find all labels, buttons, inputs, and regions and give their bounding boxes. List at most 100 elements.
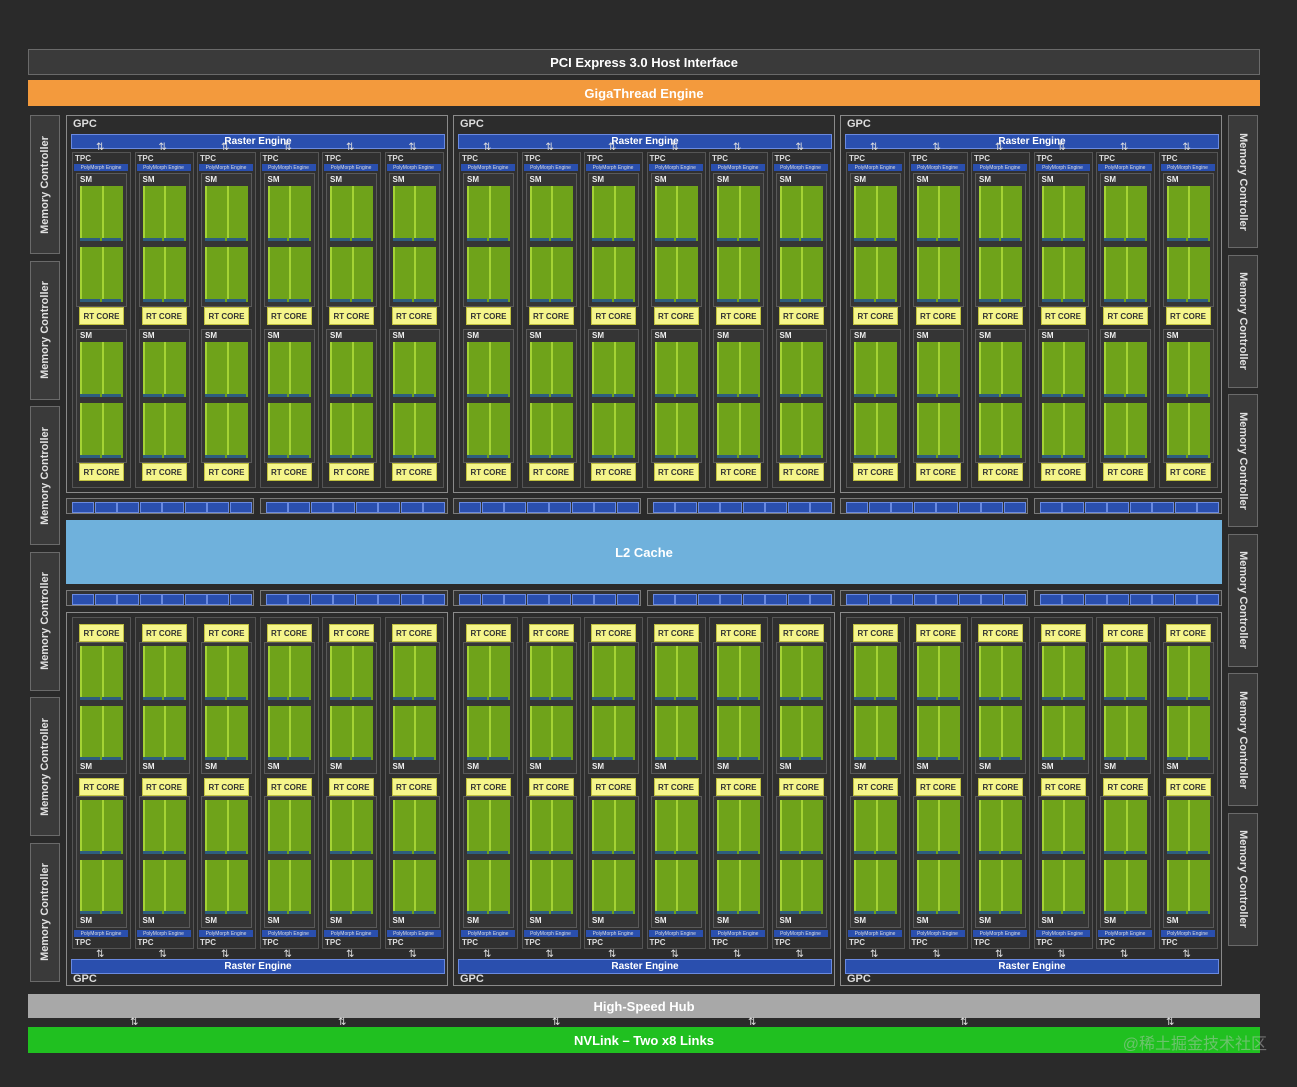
- l2-slice: [549, 502, 571, 513]
- core-divider: [392, 911, 412, 914]
- sm-label: SM: [717, 175, 729, 184]
- sm-label: SM: [330, 175, 342, 184]
- core-divider: [205, 757, 225, 760]
- core-divider: [289, 757, 309, 760]
- core-divider: [1125, 911, 1145, 914]
- bidirectional-arrow-icon: ⇅: [932, 142, 941, 153]
- core-divider: [529, 911, 549, 914]
- core-divider: [529, 238, 549, 241]
- cuda-core: [1125, 403, 1147, 458]
- cuda-core: [676, 186, 698, 241]
- high-speed-hub: High-Speed Hub: [28, 994, 1260, 1018]
- cuda-core: [1041, 860, 1063, 914]
- tpc-block: TPC PolyMorph Engine RT CORE SM RT CORE SM: [1158, 617, 1218, 949]
- tpc-label: TPC: [524, 154, 541, 163]
- core-divider: [979, 455, 999, 458]
- core-divider: [916, 299, 936, 302]
- polymorph-engine: PolyMorph Engine: [199, 164, 253, 171]
- core-divider: [101, 851, 121, 854]
- l2-slice-row: [1033, 498, 1222, 514]
- sm-block: SM: [326, 796, 377, 928]
- cuda-core: [1188, 342, 1210, 397]
- cuda-core: [101, 403, 123, 458]
- cuda-core: [738, 247, 760, 302]
- core-divider: [488, 697, 508, 700]
- pci-express-host-interface: PCI Express 3.0 Host Interface: [28, 49, 1260, 75]
- cuda-core: [330, 247, 352, 302]
- sm-label: SM: [205, 175, 217, 184]
- core-divider: [1041, 911, 1061, 914]
- raster-engine: Raster Engine: [71, 134, 445, 149]
- cuda-core: [676, 247, 698, 302]
- cuda-core: [875, 646, 897, 700]
- polymorph-engine: PolyMorph Engine: [523, 930, 578, 937]
- cuda-core: [351, 342, 373, 397]
- core-divider: [613, 911, 633, 914]
- core-divider: [1188, 757, 1208, 760]
- l2-slice: [459, 594, 481, 605]
- cuda-core: [80, 186, 102, 241]
- l2-slice: [868, 594, 891, 605]
- cuda-core: [801, 403, 823, 458]
- polymorph-engine: PolyMorph Engine: [973, 930, 1027, 937]
- l2-slice: [1174, 594, 1197, 605]
- sm-block: SM: [1100, 329, 1151, 463]
- core-divider: [80, 697, 100, 700]
- cuda-core: [80, 706, 102, 760]
- sm-block: SM: [326, 329, 377, 463]
- l2-slice: [787, 502, 810, 513]
- sm-label: SM: [979, 331, 991, 340]
- cuda-core: [467, 706, 489, 760]
- rt-core: RT CORE: [528, 463, 574, 481]
- core-divider: [875, 911, 895, 914]
- tpc-label: TPC: [1161, 154, 1178, 163]
- tpc-label: TPC: [1099, 154, 1115, 163]
- cuda-core: [979, 706, 1001, 760]
- core-divider: [551, 394, 571, 397]
- sm-label: SM: [1041, 916, 1054, 925]
- polymorph-engine: PolyMorph Engine: [261, 930, 316, 937]
- core-divider: [1166, 299, 1186, 302]
- core-divider: [1063, 299, 1083, 302]
- cuda-core: [916, 646, 938, 700]
- sm-label: SM: [1166, 331, 1179, 340]
- core-divider: [717, 697, 737, 700]
- l2-slice: [310, 502, 333, 513]
- l2-slice: [288, 502, 310, 513]
- core-divider: [979, 757, 999, 760]
- core-divider: [467, 851, 487, 854]
- l2-slice: [936, 594, 958, 605]
- cuda-core: [142, 800, 164, 854]
- bidirectional-arrow-icon: ⇅: [1182, 949, 1191, 960]
- cuda-core: [654, 186, 676, 241]
- core-divider: [1188, 851, 1208, 854]
- cuda-core: [205, 403, 227, 458]
- core-divider: [938, 697, 958, 700]
- cuda-core: [529, 706, 551, 760]
- core-divider: [289, 697, 309, 700]
- bidirectional-arrow-icon: ⇅: [158, 949, 167, 960]
- sm-label: SM: [1166, 175, 1179, 184]
- cuda-core: [142, 247, 164, 302]
- polymorph-engine: PolyMorph Engine: [711, 930, 765, 937]
- core-divider: [142, 697, 162, 700]
- tpc-block: TPC PolyMorph Engine RT CORE SM RT CORE SM: [134, 617, 194, 949]
- core-divider: [1125, 697, 1145, 700]
- core-divider: [1063, 697, 1083, 700]
- cuda-core: [226, 342, 248, 397]
- l2-slice: [981, 594, 1003, 605]
- core-divider: [779, 757, 799, 760]
- bidirectional-arrow-icon: ⇅: [1166, 1017, 1175, 1028]
- sm-label: SM: [1041, 762, 1054, 771]
- raster-engine: Raster Engine: [458, 134, 832, 149]
- cuda-core: [488, 186, 510, 241]
- memory-controller-label: Memory Controller: [39, 426, 51, 525]
- core-divider: [801, 455, 821, 458]
- core-divider: [738, 757, 758, 760]
- core-divider: [592, 394, 612, 397]
- core-divider: [414, 299, 434, 302]
- core-divider: [613, 851, 633, 854]
- memory-controller-left: Memory Controller: [30, 697, 60, 836]
- tpc-label: TPC: [75, 154, 91, 163]
- sm-label: SM: [529, 175, 542, 184]
